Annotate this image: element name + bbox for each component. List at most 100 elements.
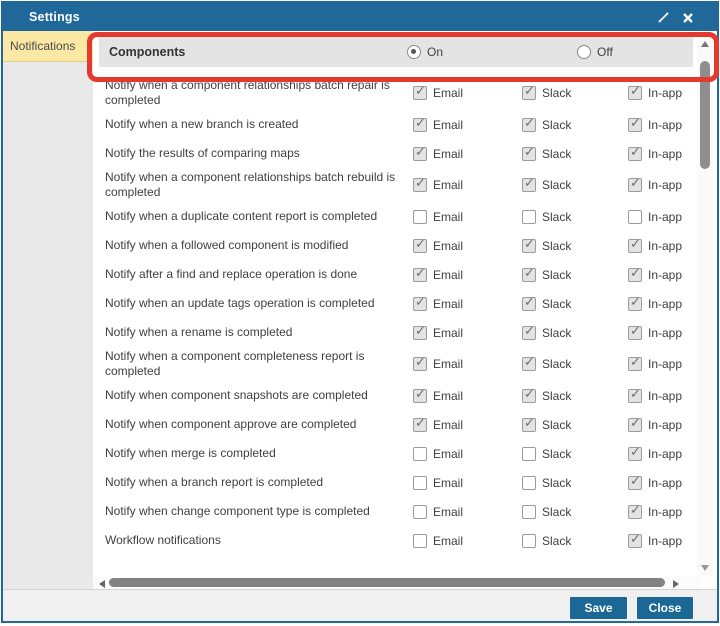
checkbox-in-app-checked[interactable]: [628, 386, 642, 403]
checkbox-email-unchecked[interactable]: [413, 533, 427, 548]
checkbox-email-unchecked[interactable]: [413, 504, 427, 519]
horizontal-scrollbar-thumb[interactable]: [109, 578, 665, 587]
checkbox-email-checked[interactable]: [413, 83, 427, 100]
channel-cell-in-app: In-app: [628, 83, 699, 100]
checkbox-in-app-checked[interactable]: [628, 265, 642, 282]
off-label: Off: [597, 44, 613, 59]
checkbox-slack-unchecked[interactable]: [522, 533, 536, 548]
channel-cell-email: Email: [413, 475, 522, 490]
checkbox-email-checked[interactable]: [413, 354, 427, 371]
channel-cell-slack: Slack: [522, 354, 628, 371]
checkbox-in-app-checked[interactable]: [628, 354, 642, 371]
checkbox-email-checked[interactable]: [413, 175, 427, 192]
channel-label: Slack: [542, 238, 572, 253]
close-button[interactable]: Close: [637, 597, 693, 619]
maximize-icon[interactable]: [657, 11, 670, 24]
checkbox-email-unchecked[interactable]: [413, 209, 427, 224]
channel-label: In-app: [648, 178, 683, 192]
checkbox-in-app-checked[interactable]: [628, 115, 642, 132]
checkbox-in-app-checked[interactable]: [628, 236, 642, 253]
settings-dialog: Settings Notifications Components On Off…: [1, 1, 719, 623]
vertical-scrollbar-thumb[interactable]: [700, 61, 710, 169]
checkbox-slack-checked[interactable]: [522, 323, 536, 340]
scroll-up-arrow-icon[interactable]: [701, 41, 709, 47]
channel-label: Slack: [542, 267, 572, 282]
channel-label: Slack: [542, 504, 572, 519]
checkbox-email-checked[interactable]: [413, 236, 427, 253]
checkbox-in-app-checked[interactable]: [628, 144, 642, 161]
channel-label: Email: [433, 357, 464, 371]
checkbox-slack-checked[interactable]: [522, 415, 536, 432]
checkbox-in-app-checked[interactable]: [628, 444, 642, 461]
channel-label: Email: [433, 86, 464, 100]
checkbox-in-app-checked[interactable]: [628, 323, 642, 340]
checkbox-slack-checked[interactable]: [522, 144, 536, 161]
checkbox-slack-checked[interactable]: [522, 386, 536, 403]
row-label: Notify when component approve are comple…: [105, 417, 357, 431]
checkbox-email-checked[interactable]: [413, 265, 427, 282]
checkbox-slack-unchecked[interactable]: [522, 446, 536, 461]
sidebar: Notifications: [3, 31, 93, 589]
channel-cell-in-app: In-app: [628, 354, 699, 371]
checkbox-in-app-checked[interactable]: [628, 502, 642, 519]
checkbox-slack-checked[interactable]: [522, 354, 536, 371]
sidebar-tab-notifications[interactable]: Notifications: [3, 31, 93, 62]
channel-label: In-app: [648, 533, 683, 548]
row-label: Notify when a component relationships ba…: [105, 170, 396, 199]
checkbox-slack-checked[interactable]: [522, 175, 536, 192]
vertical-scrollbar[interactable]: [697, 31, 713, 577]
checkbox-in-app-checked[interactable]: [628, 531, 642, 548]
checkbox-email-unchecked[interactable]: [413, 446, 427, 461]
components-on-option[interactable]: On: [407, 44, 443, 59]
checkbox-slack-checked[interactable]: [522, 265, 536, 282]
checkbox-slack-unchecked[interactable]: [522, 209, 536, 224]
checkbox-email-checked[interactable]: [413, 115, 427, 132]
radio-off-icon[interactable]: [577, 44, 591, 59]
checkbox-email-checked[interactable]: [413, 415, 427, 432]
checkbox-email-checked[interactable]: [413, 386, 427, 403]
scroll-left-arrow-icon[interactable]: [99, 580, 105, 588]
channel-cell-slack: Slack: [522, 144, 628, 161]
checkbox-slack-checked[interactable]: [522, 115, 536, 132]
radio-on-icon[interactable]: [407, 44, 421, 59]
channel-label: Email: [433, 209, 464, 224]
save-button[interactable]: Save: [570, 597, 627, 619]
scroll-down-arrow-icon[interactable]: [701, 565, 709, 571]
checkbox-in-app-checked[interactable]: [628, 473, 642, 490]
checkbox-slack-checked[interactable]: [522, 83, 536, 100]
channel-cell-in-app: In-app: [628, 236, 699, 253]
channel-cell-slack: Slack: [522, 265, 628, 282]
channel-cell-email: Email: [413, 83, 522, 100]
channel-cell-in-app: In-app: [628, 531, 699, 548]
components-off-option[interactable]: Off: [577, 44, 613, 59]
channel-cell-in-app: In-app: [628, 294, 699, 311]
checkbox-in-app-unchecked[interactable]: [628, 209, 642, 224]
channel-cell-slack: Slack: [522, 175, 628, 192]
channel-label: Slack: [542, 209, 572, 224]
close-icon[interactable]: [682, 11, 695, 24]
channel-cell-slack: Slack: [522, 504, 628, 519]
channel-cell-email: Email: [413, 115, 522, 132]
checkbox-slack-unchecked[interactable]: [522, 504, 536, 519]
channel-label: In-app: [648, 446, 683, 461]
checkbox-in-app-checked[interactable]: [628, 415, 642, 432]
notification-row: Notify when a duplicate content report i…: [93, 202, 699, 231]
channel-label: Email: [433, 417, 464, 432]
checkbox-slack-unchecked[interactable]: [522, 475, 536, 490]
notification-row: Notify when component snapshots are comp…: [93, 381, 699, 410]
checkbox-email-checked[interactable]: [413, 323, 427, 340]
checkbox-slack-checked[interactable]: [522, 294, 536, 311]
checkbox-email-unchecked[interactable]: [413, 475, 427, 490]
channel-label: Slack: [542, 446, 572, 461]
checkbox-email-checked[interactable]: [413, 294, 427, 311]
scroll-right-arrow-icon[interactable]: [673, 580, 679, 588]
checkbox-slack-checked[interactable]: [522, 236, 536, 253]
channel-label: Slack: [542, 475, 572, 490]
channel-label: Email: [433, 296, 464, 311]
notification-row: Notify when component approve are comple…: [93, 410, 699, 439]
checkbox-email-checked[interactable]: [413, 144, 427, 161]
checkbox-in-app-checked[interactable]: [628, 175, 642, 192]
checkbox-in-app-checked[interactable]: [628, 83, 642, 100]
checkbox-in-app-checked[interactable]: [628, 294, 642, 311]
row-label: Notify when merge is completed: [105, 446, 276, 460]
